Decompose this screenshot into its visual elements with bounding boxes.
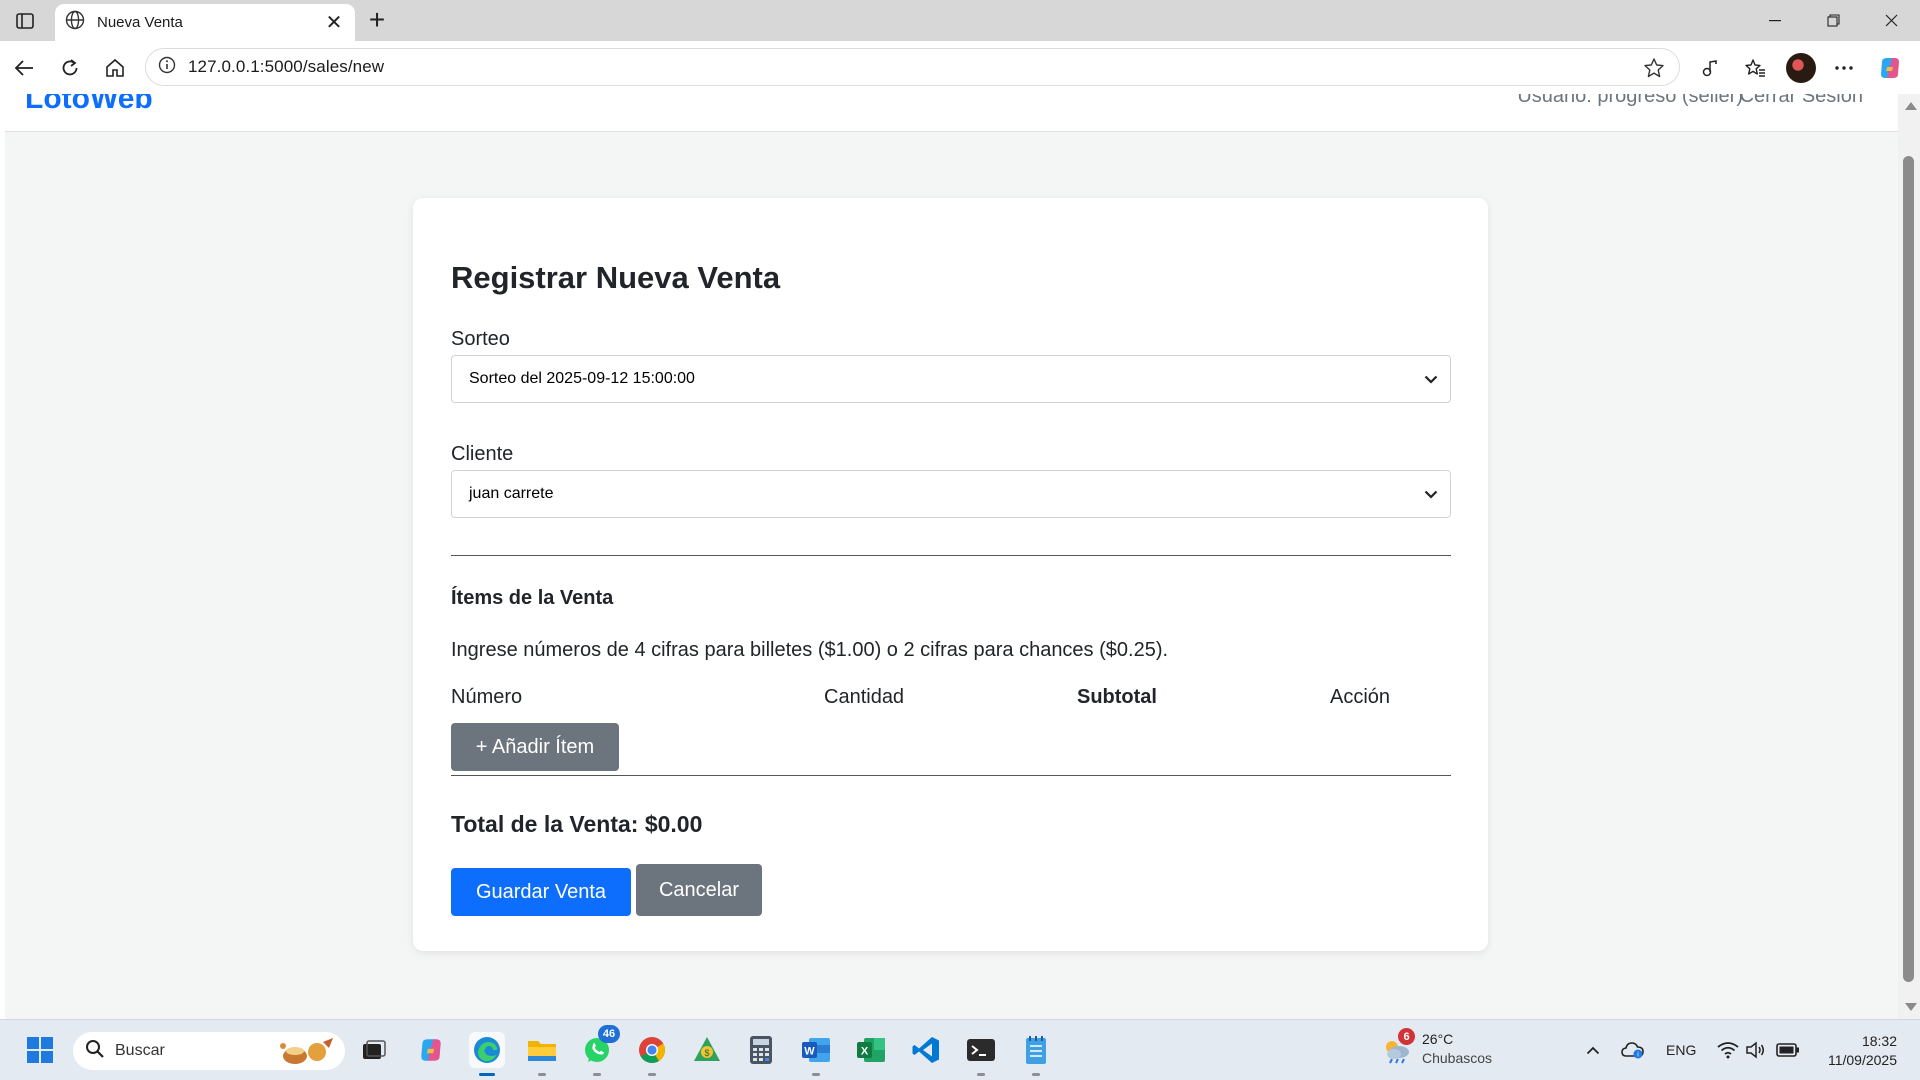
browser-tab-bar: Nueva Venta ✕ + — [0, 0, 1920, 41]
column-header-number: Número — [451, 686, 523, 708]
word-icon[interactable]: W — [798, 1032, 834, 1076]
scrollbar-thumb[interactable] — [1903, 156, 1914, 982]
search-placeholder: Buscar — [115, 1042, 165, 1059]
globe-icon — [65, 10, 85, 35]
app-navbar: LotoWeb Usuario: progreso (seller) Cerra… — [5, 94, 1898, 132]
edge-app-icon[interactable] — [469, 1032, 505, 1076]
system-clock[interactable]: 18:32 11/09/2025 — [1828, 1032, 1897, 1070]
whatsapp-badge: 46 — [598, 1025, 620, 1043]
client-select-value: juan carrete — [469, 485, 554, 502]
vscode-icon[interactable] — [908, 1032, 944, 1068]
close-tab-icon[interactable]: ✕ — [323, 13, 345, 33]
sale-total: Total de la Venta: $0.00 — [451, 811, 703, 837]
search-highlight-icon — [275, 1036, 337, 1071]
search-icon — [85, 1039, 105, 1064]
windows-taskbar: Buscar 46 $ W X 6 26°C Chubascos i ENG 1… — [0, 1019, 1920, 1080]
excel-icon[interactable]: X — [853, 1032, 889, 1068]
whatsapp-icon[interactable]: 46 — [579, 1025, 620, 1076]
battery-icon[interactable] — [1770, 1032, 1806, 1068]
page-viewport: LotoWeb Usuario: progreso (seller) Cerra… — [0, 94, 1898, 1019]
running-indicator — [538, 1073, 546, 1076]
file-explorer-icon[interactable] — [524, 1032, 560, 1076]
chevron-up-icon[interactable] — [1575, 1032, 1611, 1068]
site-info-icon[interactable] — [158, 56, 176, 79]
onedrive-icon[interactable]: i — [1615, 1032, 1651, 1068]
more-options-icon[interactable] — [1829, 54, 1859, 82]
page-edge — [0, 94, 5, 1019]
minimize-icon[interactable] — [1752, 0, 1798, 41]
active-indicator — [479, 1073, 495, 1076]
add-item-button[interactable]: + Añadir Ítem — [451, 723, 619, 771]
column-header-action: Acción — [1330, 686, 1391, 708]
windows-start-icon[interactable] — [22, 1032, 58, 1068]
copilot-icon[interactable] — [1875, 54, 1905, 82]
weather-temperature: 26°C — [1422, 1031, 1454, 1047]
browser-toolbar: 127.0.0.1:5000/sales/new — [0, 41, 1920, 94]
draw-select[interactable]: Sorteo del 2025-09-12 15:00:00 — [451, 355, 1451, 403]
finance-app-icon[interactable]: $ — [689, 1032, 725, 1068]
back-icon[interactable] — [9, 54, 39, 82]
chevron-down-icon — [1424, 371, 1438, 389]
draw-label: Sorteo — [451, 328, 510, 350]
tab-actions-icon[interactable] — [10, 7, 40, 35]
new-sale-card: Registrar Nueva Venta Sorteo Sorteo del … — [413, 198, 1488, 951]
running-indicator — [648, 1073, 656, 1076]
clock-time: 18:32 — [1861, 1033, 1897, 1049]
reload-icon[interactable] — [55, 54, 85, 82]
volume-icon[interactable] — [1737, 1032, 1773, 1068]
page-title: Registrar Nueva Venta — [451, 260, 781, 295]
running-indicator — [812, 1073, 820, 1076]
cancel-button[interactable]: Cancelar — [636, 864, 762, 916]
favorite-star-icon[interactable] — [1643, 57, 1665, 84]
scroll-up-icon[interactable] — [1905, 102, 1917, 110]
browser-tab-active[interactable]: Nueva Venta ✕ — [55, 4, 355, 41]
svg-text:W: W — [804, 1046, 815, 1058]
current-user-label: Usuario: progreso (seller) — [1517, 94, 1743, 107]
weather-icon[interactable]: 6 — [1378, 1028, 1415, 1068]
svg-text:$: $ — [704, 1048, 709, 1058]
running-indicator — [593, 1073, 601, 1076]
logout-link[interactable]: Cerrar Sesión — [1740, 94, 1863, 108]
items-help-text: Ingrese números de 4 cifras para billete… — [451, 639, 1169, 661]
page-scrollbar[interactable] — [1898, 94, 1920, 1019]
new-tab-icon[interactable]: + — [362, 6, 392, 36]
clock-date: 11/09/2025 — [1827, 1052, 1897, 1068]
divider — [451, 555, 1451, 556]
terminal-icon[interactable] — [963, 1032, 999, 1076]
close-window-icon[interactable] — [1868, 0, 1914, 41]
copilot-app-icon[interactable] — [413, 1032, 449, 1068]
chrome-icon[interactable] — [634, 1032, 670, 1076]
brand-logo-text[interactable]: LotoWeb — [25, 94, 153, 116]
calculator-icon[interactable] — [743, 1032, 779, 1068]
running-indicator — [1032, 1073, 1040, 1076]
divider — [451, 775, 1451, 776]
weather-description: Chubascos — [1422, 1050, 1493, 1066]
items-section-title: Ítems de la Venta — [451, 587, 614, 609]
address-bar[interactable]: 127.0.0.1:5000/sales/new — [145, 48, 1680, 86]
notepad-icon[interactable] — [1018, 1032, 1054, 1076]
language-indicator[interactable]: ENG — [1666, 1042, 1696, 1058]
tab-title: Nueva Venta — [97, 14, 183, 31]
task-view-icon[interactable] — [356, 1032, 392, 1068]
client-label: Cliente — [451, 443, 514, 465]
save-sale-button[interactable]: Guardar Venta — [451, 868, 631, 916]
scroll-down-icon[interactable] — [1905, 1003, 1917, 1011]
restore-icon[interactable] — [1810, 0, 1856, 41]
taskbar-search-box[interactable]: Buscar — [73, 1032, 345, 1070]
chevron-down-icon — [1424, 486, 1438, 504]
running-indicator — [977, 1073, 985, 1076]
svg-text:X: X — [861, 1046, 869, 1058]
favorites-icon[interactable] — [1740, 54, 1770, 82]
column-header-quantity: Cantidad — [824, 686, 905, 708]
client-select[interactable]: juan carrete — [451, 470, 1451, 518]
url-text: 127.0.0.1:5000/sales/new — [188, 57, 385, 76]
weather-alert-badge: 6 — [1398, 1028, 1415, 1045]
column-header-subtotal: Subtotal — [1077, 686, 1157, 708]
draw-select-value: Sorteo del 2025-09-12 15:00:00 — [469, 370, 695, 387]
extensions-icon[interactable] — [1695, 54, 1725, 82]
home-icon[interactable] — [100, 54, 130, 82]
profile-avatar[interactable] — [1786, 53, 1816, 83]
